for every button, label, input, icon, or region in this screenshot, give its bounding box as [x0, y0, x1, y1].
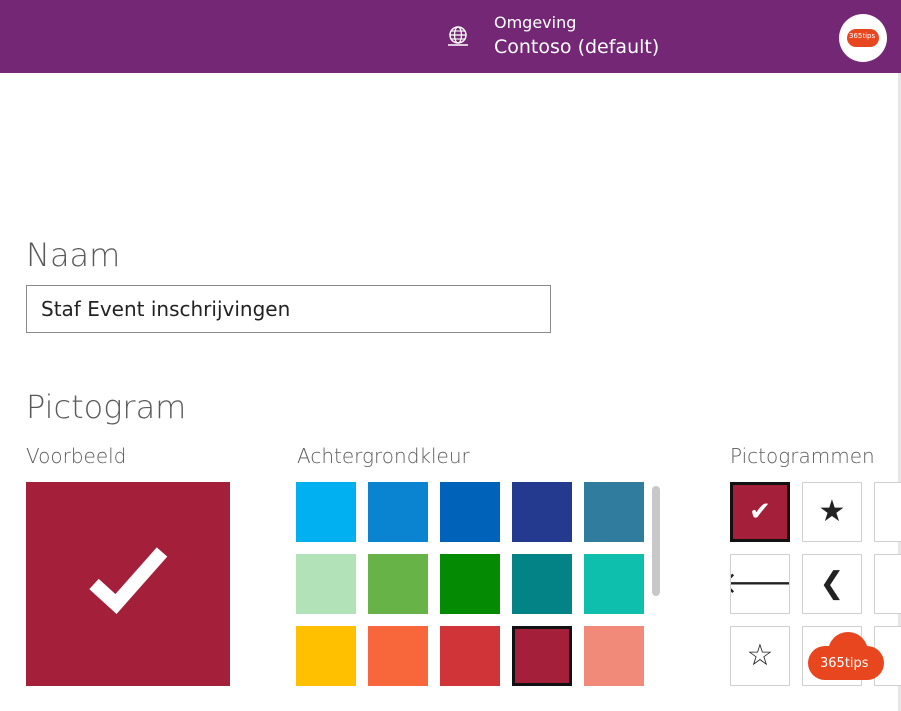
- color-swatch[interactable]: [584, 626, 644, 686]
- color-swatch[interactable]: [368, 626, 428, 686]
- background-color-picker: [296, 482, 646, 687]
- color-swatch[interactable]: [584, 554, 644, 614]
- color-swatch[interactable]: [296, 482, 356, 542]
- chevron-left-icon[interactable]: ❮: [802, 554, 862, 614]
- app-name-input[interactable]: Staf Event inschrijvingen: [26, 285, 551, 333]
- background-color-label: Achtergrondkleur: [297, 444, 470, 468]
- checkmark-icon: [89, 547, 168, 614]
- color-swatch[interactable]: [296, 626, 356, 686]
- color-swatch[interactable]: [512, 482, 572, 542]
- watermark-logo: 365tips: [808, 632, 886, 680]
- icon-preview: [26, 482, 230, 686]
- color-swatch[interactable]: [440, 554, 500, 614]
- color-swatch[interactable]: [440, 626, 500, 686]
- icon-tile-partial[interactable]: [874, 482, 901, 542]
- color-picker-scrollbar[interactable]: [652, 486, 660, 596]
- icon-section-heading: Pictogram: [26, 388, 187, 426]
- avatar[interactable]: 365tips: [839, 14, 887, 62]
- icon-tile-partial[interactable]: [874, 554, 901, 614]
- color-swatch[interactable]: [296, 554, 356, 614]
- arrow-left-icon[interactable]: 🡐: [730, 554, 790, 614]
- preview-label: Voorbeeld: [26, 444, 127, 468]
- name-heading: Naam: [26, 236, 121, 274]
- color-swatch[interactable]: [440, 482, 500, 542]
- checkmark-icon[interactable]: ✔: [730, 482, 790, 542]
- color-swatch[interactable]: [584, 482, 644, 542]
- star-outline-icon[interactable]: ☆: [730, 626, 790, 686]
- globe-icon[interactable]: [446, 24, 470, 48]
- environment-label[interactable]: Omgeving: [494, 13, 576, 32]
- color-swatch[interactable]: [512, 626, 572, 686]
- color-swatch[interactable]: [368, 482, 428, 542]
- icons-label: Pictogrammen: [730, 444, 875, 468]
- star-filled-icon[interactable]: ★: [802, 482, 862, 542]
- top-bar: Omgeving Contoso (default) 365tips: [0, 0, 901, 73]
- environment-value[interactable]: Contoso (default): [494, 36, 659, 58]
- color-swatch[interactable]: [512, 554, 572, 614]
- color-swatch[interactable]: [368, 554, 428, 614]
- avatar-text: 365tips: [849, 32, 876, 40]
